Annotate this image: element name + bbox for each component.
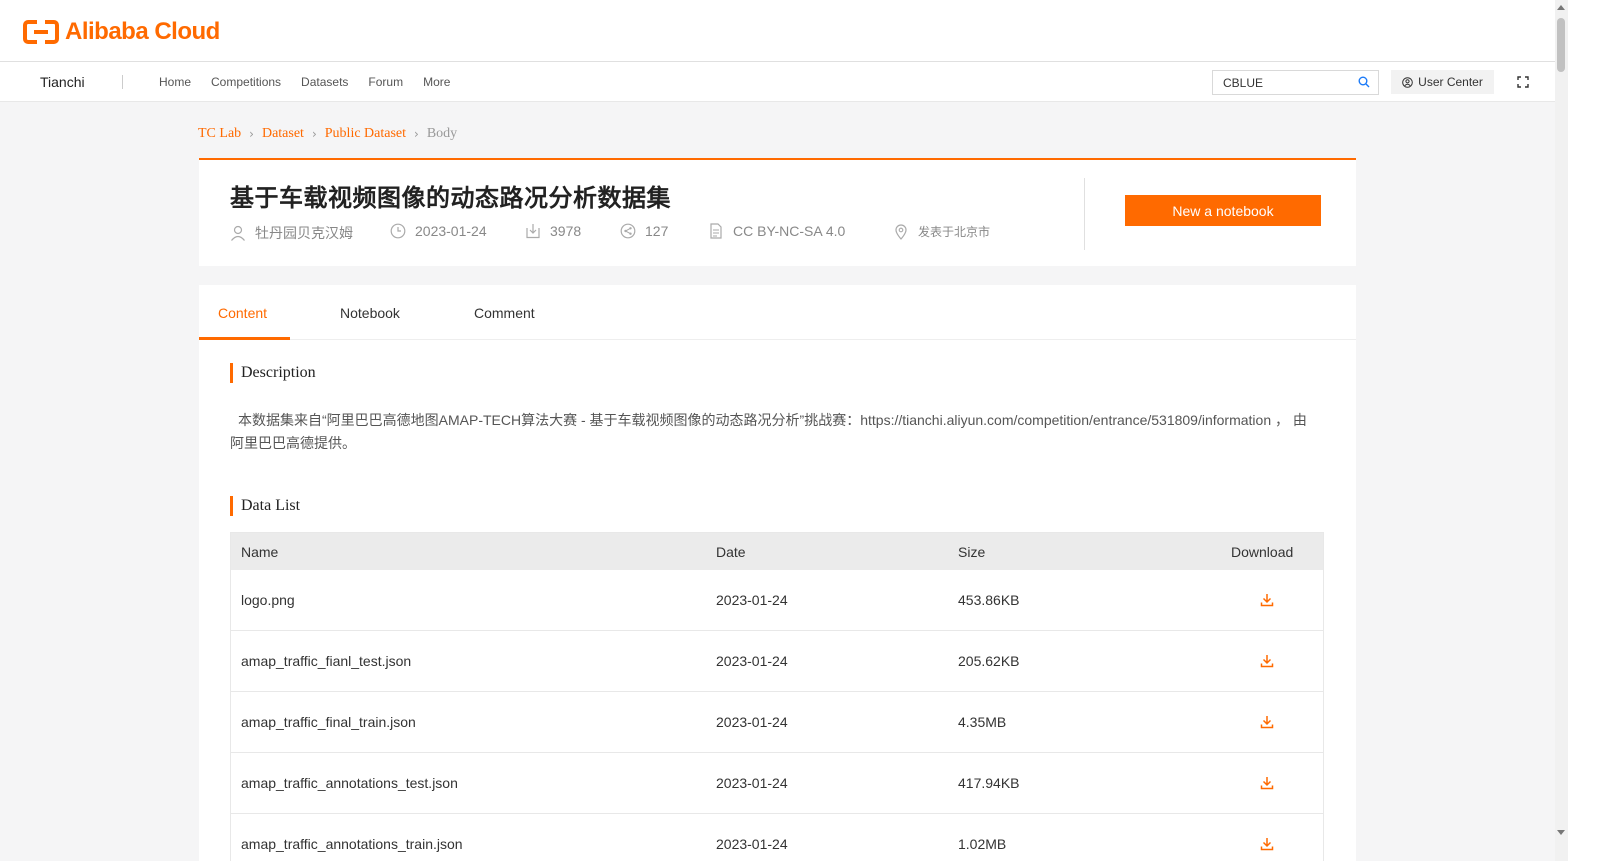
meta-location: 发表于北京市 xyxy=(893,223,990,240)
meta-license: CC BY-NC-SA 4.0 xyxy=(708,223,845,239)
document-icon xyxy=(710,223,722,239)
file-date: 2023-01-24 xyxy=(716,775,788,791)
breadcrumb: TC Lab › Dataset › Public Dataset › Body xyxy=(198,126,457,142)
chevron-right-icon: › xyxy=(311,127,317,141)
column-header-download: Download xyxy=(1231,543,1294,560)
license: CC BY-NC-SA 4.0 xyxy=(733,223,846,239)
tab-content[interactable]: Content xyxy=(218,305,267,321)
user-icon xyxy=(1402,76,1413,88)
nav-brand-tianchi[interactable]: Tianchi xyxy=(40,74,85,90)
user-icon xyxy=(231,225,245,241)
breadcrumb-public-dataset[interactable]: Public Dataset xyxy=(325,126,406,142)
scrollbar-thumb[interactable] xyxy=(1557,18,1565,72)
download-icon[interactable] xyxy=(1260,593,1274,607)
publish-location: 发表于北京市 xyxy=(918,225,991,239)
nav-link-more[interactable]: More xyxy=(423,75,450,89)
user-center-label: User Center xyxy=(1418,75,1483,89)
file-name: logo.png xyxy=(241,592,295,608)
table-row: amap_traffic_annotations_test.json 2023-… xyxy=(231,753,1323,814)
file-name: amap_traffic_annotations_test.json xyxy=(241,775,458,791)
breadcrumb-dataset[interactable]: Dataset xyxy=(262,126,304,142)
dataset-header-card: 基于车载视频图像的动态路况分析数据集 牡丹园贝克汉姆 2023-01-24 39… xyxy=(199,158,1356,266)
share-count: 127 xyxy=(645,223,669,239)
download-icon[interactable] xyxy=(1260,837,1274,851)
page-right-margin xyxy=(1568,0,1600,861)
tab-comment[interactable]: Comment xyxy=(474,305,535,321)
author-name[interactable]: 牡丹园贝克汉姆 xyxy=(255,223,353,243)
file-name: amap_traffic_annotations_train.json xyxy=(241,836,463,852)
nav-divider xyxy=(122,75,123,89)
new-notebook-button[interactable]: New a notebook xyxy=(1125,195,1321,226)
active-tab-indicator xyxy=(199,337,290,340)
breadcrumb-current: Body xyxy=(426,126,458,141)
meta-date: 2023-01-24 xyxy=(390,223,487,239)
clock-icon xyxy=(390,223,406,239)
file-size: 4.35MB xyxy=(958,714,1007,730)
dataset-title: 基于车载视频图像的动态路况分析数据集 xyxy=(230,184,671,212)
share-icon xyxy=(620,223,636,239)
search-icon[interactable] xyxy=(1358,76,1370,88)
search-box xyxy=(1212,70,1379,95)
content-card: Content Notebook Comment Description 本数据… xyxy=(199,285,1356,861)
file-size: 1.02MB xyxy=(958,836,1007,852)
page-scrollbar[interactable] xyxy=(1555,0,1568,861)
nav-link-forum[interactable]: Forum xyxy=(368,75,403,89)
scroll-up-arrow-icon[interactable] xyxy=(1557,5,1565,10)
table-row: amap_traffic_final_train.json 2023-01-24… xyxy=(231,692,1323,753)
download-icon[interactable] xyxy=(1260,776,1274,790)
search-input[interactable] xyxy=(1213,71,1348,94)
download-icon[interactable] xyxy=(1260,654,1274,668)
meta-downloads: 3978 xyxy=(525,223,581,239)
download-icon[interactable] xyxy=(1260,715,1274,729)
chevron-right-icon: › xyxy=(249,127,254,141)
file-size: 205.62KB xyxy=(958,653,1020,669)
alibaba-cloud-logo-icon xyxy=(23,20,59,44)
publish-date: 2023-01-24 xyxy=(415,223,487,239)
tab-bar: Content Notebook Comment xyxy=(199,285,1356,340)
file-size: 417.94KB xyxy=(958,775,1020,791)
file-date: 2023-01-24 xyxy=(716,653,788,669)
table-row: amap_traffic_annotations_train.json 2023… xyxy=(231,814,1323,861)
description-heading-text: Description xyxy=(241,364,316,381)
data-list-table: Name Date Size Download logo.png 2023-01… xyxy=(230,532,1324,861)
nav-link-home[interactable]: Home xyxy=(159,75,191,89)
file-name: amap_traffic_fianl_test.json xyxy=(241,653,412,669)
column-header-date: Date xyxy=(716,543,746,560)
download-count: 3978 xyxy=(550,223,582,239)
nav-links: Home Competitions Datasets Forum More xyxy=(159,75,470,89)
description-text: 本数据集来自“阿里巴巴高德地图AMAP-TECH算法大赛 - 基于车载视频图像的… xyxy=(230,412,1307,451)
nav-link-datasets[interactable]: Datasets xyxy=(301,75,348,89)
file-date: 2023-01-24 xyxy=(716,592,788,608)
location-pin-icon xyxy=(895,223,907,240)
tab-notebook[interactable]: Notebook xyxy=(340,305,400,321)
table-row: amap_traffic_fianl_test.json 2023-01-24 … xyxy=(231,631,1323,692)
file-date: 2023-01-24 xyxy=(716,714,788,730)
expand-icon[interactable] xyxy=(1517,76,1529,88)
chevron-right-icon: › xyxy=(414,127,419,141)
file-name: amap_traffic_final_train.json xyxy=(241,714,416,730)
alibaba-cloud-logo[interactable]: Alibaba Cloud xyxy=(23,18,220,46)
column-header-name: Name xyxy=(241,543,279,560)
logo-text: Alibaba Cloud xyxy=(65,18,220,45)
description-heading: Description xyxy=(230,363,316,383)
column-header-size: Size xyxy=(958,543,986,560)
file-date: 2023-01-24 xyxy=(716,836,788,852)
breadcrumb-tc-lab[interactable]: TC Lab xyxy=(198,126,241,142)
header-divider xyxy=(1084,178,1085,250)
nav-bar: Tianchi Home Competitions Datasets Forum… xyxy=(0,62,1555,102)
data-list-heading: Data List xyxy=(230,496,300,516)
nav-link-competitions[interactable]: Competitions xyxy=(211,75,281,89)
scroll-down-arrow-icon[interactable] xyxy=(1557,830,1565,835)
meta-shares: 127 xyxy=(620,223,668,239)
user-center-button[interactable]: User Center xyxy=(1391,70,1494,94)
table-row: logo.png 2023-01-24 453.86KB xyxy=(231,570,1323,631)
file-size: 453.86KB xyxy=(958,592,1020,608)
table-header: Name Date Size Download xyxy=(231,533,1323,570)
data-list-heading-text: Data List xyxy=(241,497,301,514)
meta-author: 牡丹园贝克汉姆 xyxy=(230,223,353,243)
top-brand-bar: Alibaba Cloud xyxy=(0,0,1568,62)
download-count-icon xyxy=(526,224,540,239)
